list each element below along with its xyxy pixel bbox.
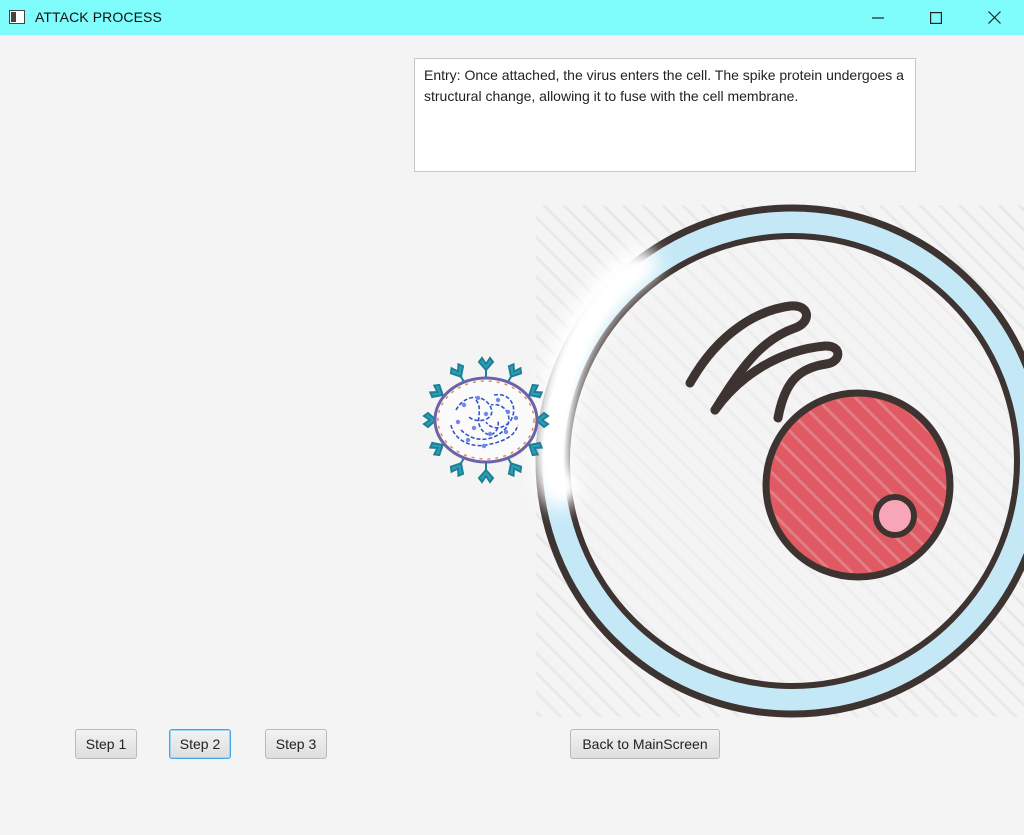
back-to-mainscreen-button[interactable]: Back to MainScreen bbox=[570, 729, 720, 759]
window-title: ATTACK PROCESS bbox=[35, 9, 162, 25]
nucleolus bbox=[873, 494, 917, 538]
hatched-background bbox=[536, 205, 1024, 717]
organelle-curve-2 bbox=[710, 341, 843, 423]
close-button[interactable] bbox=[965, 0, 1023, 35]
step-1-button[interactable]: Step 1 bbox=[75, 729, 137, 759]
app-window-icon bbox=[9, 10, 25, 24]
virus-particle bbox=[422, 356, 550, 484]
host-cell bbox=[535, 204, 1024, 718]
organelle-curve bbox=[685, 301, 811, 415]
step-3-button[interactable]: Step 3 bbox=[265, 729, 327, 759]
minimize-button[interactable] bbox=[849, 0, 907, 35]
nucleus bbox=[762, 389, 954, 581]
close-icon bbox=[987, 11, 1001, 24]
window-titlebar[interactable]: ATTACK PROCESS bbox=[0, 0, 1024, 35]
step-2-button[interactable]: Step 2 bbox=[169, 729, 231, 759]
maximize-icon bbox=[930, 11, 942, 24]
minimize-icon bbox=[872, 16, 884, 19]
fusion-glow bbox=[531, 246, 659, 509]
step-description-textarea[interactable]: Entry: Once attached, the virus enters t… bbox=[414, 58, 916, 172]
maximize-button[interactable] bbox=[907, 0, 965, 35]
